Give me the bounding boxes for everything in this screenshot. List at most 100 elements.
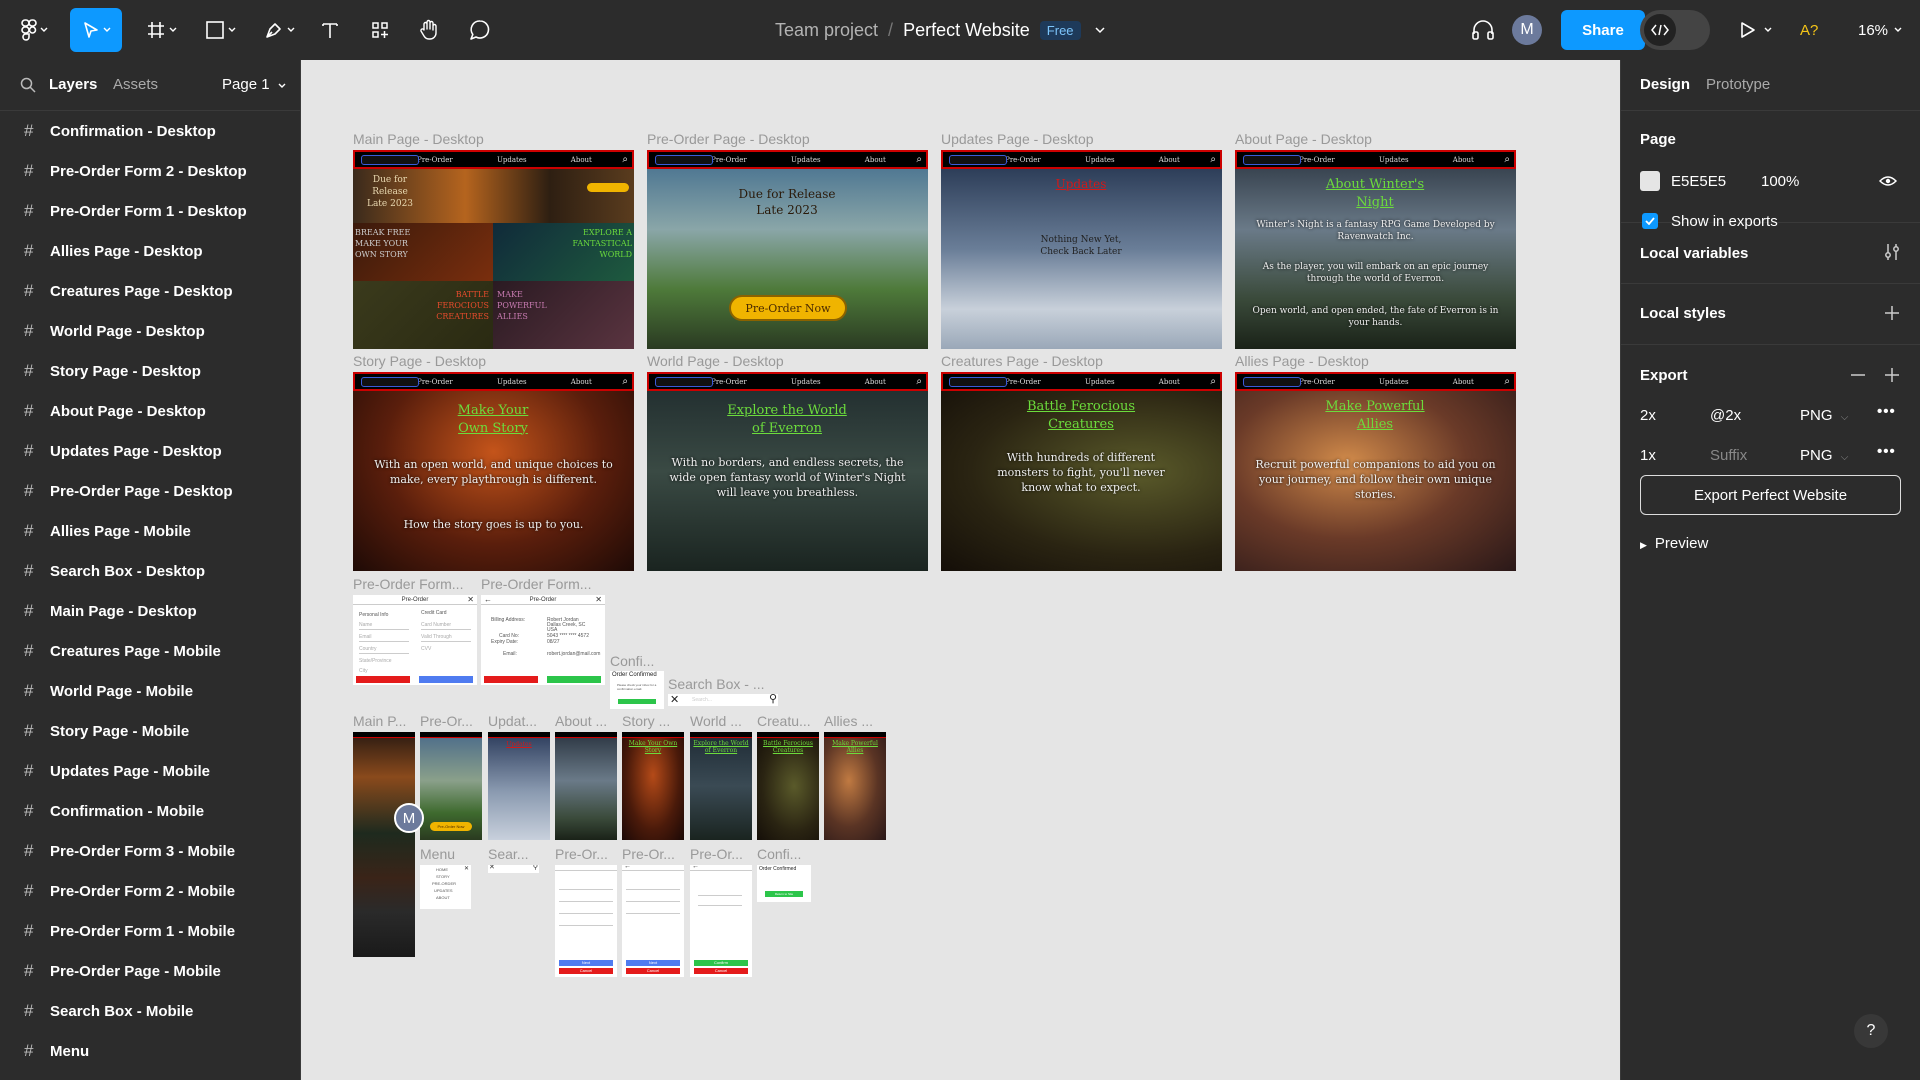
return-to-site-button[interactable]: [618, 699, 656, 704]
about-page-mobile-frame[interactable]: [555, 732, 617, 840]
world-page-desktop-frame[interactable]: Pre-Order Updates About ⌕ Explore the World…: [647, 372, 928, 571]
more-options-icon[interactable]: •••: [1877, 443, 1896, 460]
audio-call-button[interactable]: [1468, 8, 1498, 52]
field-city[interactable]: City: [359, 668, 368, 674]
story-page-mobile-frame[interactable]: Make Your Own Story: [622, 732, 684, 840]
layer-item[interactable]: # Pre-Order Form 2 - Desktop: [0, 151, 300, 191]
search-icon[interactable]: [20, 77, 36, 93]
close-icon[interactable]: ✕: [464, 865, 469, 872]
tab-design[interactable]: Design: [1640, 76, 1690, 93]
shape-tool-button[interactable]: [197, 8, 243, 52]
frame-label[interactable]: Pre-Or...: [690, 846, 743, 862]
main-page-mobile-frame[interactable]: [353, 732, 415, 957]
move-tool-button[interactable]: [70, 8, 122, 52]
field-cvv[interactable]: CVV: [421, 646, 431, 652]
menu-item[interactable]: PRE-ORDER: [432, 881, 456, 886]
preorder-form-1-mobile-frame[interactable]: Next Cancel: [555, 865, 617, 977]
design-canvas[interactable]: Main Page - Desktop Pre-Order Page - Des…: [301, 60, 1620, 1080]
layer-item[interactable]: # Menu: [0, 1031, 300, 1071]
layer-item[interactable]: # Updates Page - Desktop: [0, 431, 300, 471]
layer-item[interactable]: # Pre-Order Form 1 - Mobile: [0, 911, 300, 951]
plan-badge[interactable]: Free: [1039, 20, 1081, 40]
frame-label[interactable]: World Page - Desktop: [647, 353, 784, 369]
field-name[interactable]: Name: [359, 622, 372, 628]
field-card-number[interactable]: Card Number: [421, 622, 451, 628]
main-menu[interactable]: [14, 0, 54, 60]
close-icon[interactable]: ✕: [489, 865, 495, 871]
page-selector[interactable]: Page 1: [222, 76, 286, 93]
missing-fonts-indicator[interactable]: A?: [1800, 0, 1818, 60]
frame-label[interactable]: About ...: [555, 713, 607, 729]
frame-label[interactable]: Story ...: [622, 713, 670, 729]
help-button[interactable]: ?: [1854, 1014, 1888, 1048]
frame-label[interactable]: Sear...: [488, 846, 528, 862]
figma-menu-button[interactable]: [14, 8, 54, 52]
menu-item[interactable]: STORY: [436, 874, 450, 879]
preorder-form-1-desktop-frame[interactable]: Pre-Order ✕ Personal Info Credit Card Na…: [353, 595, 477, 685]
minus-icon[interactable]: [1851, 374, 1865, 376]
preorder-now-button[interactable]: Pre-Order Now: [729, 295, 847, 321]
user-avatar[interactable]: M: [1512, 15, 1542, 45]
local-variables-section[interactable]: Local variables: [1621, 223, 1920, 284]
close-icon[interactable]: ✕: [467, 595, 474, 604]
menu-item[interactable]: HOME: [436, 867, 448, 872]
export-suffix[interactable]: @2x: [1710, 407, 1741, 424]
menu-item[interactable]: UPDATES: [434, 888, 453, 893]
story-page-desktop-frame[interactable]: Pre-Order Updates About ⌕ Make Your Own Stor…: [353, 372, 634, 571]
layer-item[interactable]: # Search Box - Desktop: [0, 551, 300, 591]
confirmation-desktop-frame[interactable]: Order Confirmed Please check your inbox …: [610, 671, 664, 709]
frame-label[interactable]: Creatures Page - Desktop: [941, 353, 1103, 369]
creatures-page-desktop-frame[interactable]: Pre-Order Updates About ⌕ Battle Ferocious C…: [941, 372, 1222, 571]
layer-item[interactable]: # Pre-Order Form 2 - Mobile: [0, 871, 300, 911]
field-country[interactable]: Country: [359, 646, 377, 652]
layer-item[interactable]: # Confirmation - Mobile: [0, 791, 300, 831]
allies-page-mobile-frame[interactable]: Make Powerful Allies: [824, 732, 886, 840]
world-page-mobile-frame[interactable]: Explore the World of Everron: [690, 732, 752, 840]
return-to-site-button[interactable]: Return to Site: [765, 891, 803, 897]
comment-tool-button[interactable]: [465, 8, 495, 52]
search-box-desktop-frame[interactable]: ✕ Search... ⚲: [668, 694, 778, 706]
frame-label[interactable]: Pre-Or...: [420, 713, 473, 729]
frame-label[interactable]: Pre-Or...: [555, 846, 608, 862]
frame-label[interactable]: Allies ...: [824, 713, 873, 729]
updates-page-desktop-frame[interactable]: Pre-Order Updates About ⌕ Updates Nothing N…: [941, 150, 1222, 349]
cancel-button[interactable]: [484, 676, 538, 683]
layer-item[interactable]: # Allies Page - Desktop: [0, 231, 300, 271]
creatures-page-mobile-frame[interactable]: Battle Ferocious Creatures: [757, 732, 819, 840]
plus-icon[interactable]: [1885, 306, 1899, 320]
frame-label[interactable]: Menu: [420, 846, 455, 862]
local-styles-section[interactable]: Local styles: [1621, 284, 1920, 345]
layer-item[interactable]: # Creatures Page - Desktop: [0, 271, 300, 311]
search-icon[interactable]: ⚲: [769, 694, 777, 705]
collaborator-cursor-avatar[interactable]: M: [394, 803, 424, 833]
close-icon[interactable]: ✕: [670, 694, 679, 706]
present-button[interactable]: [1736, 8, 1776, 52]
menu-item[interactable]: ABOUT: [436, 895, 450, 900]
confirm-button[interactable]: [547, 676, 601, 683]
field-state[interactable]: State/Province: [359, 658, 392, 664]
frame-label[interactable]: Confi...: [610, 653, 654, 669]
layer-item[interactable]: # Confirmation - Desktop: [0, 111, 300, 151]
back-arrow-icon[interactable]: ←: [692, 865, 699, 870]
frame-label[interactable]: World ...: [690, 713, 742, 729]
next-button[interactable]: Next: [559, 960, 613, 966]
search-icon[interactable]: ⚲: [533, 865, 538, 871]
export-format-select[interactable]: PNG ⌵: [1800, 447, 1848, 464]
file-name[interactable]: Perfect Website: [903, 20, 1030, 41]
layer-item[interactable]: # Story Page - Desktop: [0, 351, 300, 391]
export-format-select[interactable]: PNG ⌵: [1800, 407, 1848, 424]
layer-item[interactable]: # Pre-Order Page - Desktop: [0, 471, 300, 511]
confirmation-mobile-frame[interactable]: Order Confirmed Return to Site: [757, 865, 811, 902]
tab-prototype[interactable]: Prototype: [1706, 76, 1770, 93]
frame-label[interactable]: Updat...: [488, 713, 537, 729]
frame-label[interactable]: Updates Page - Desktop: [941, 131, 1094, 147]
frame-label[interactable]: Story Page - Desktop: [353, 353, 486, 369]
layer-item[interactable]: # Creatures Page - Mobile: [0, 631, 300, 671]
resources-button[interactable]: [365, 8, 395, 52]
frame-label[interactable]: Pre-Or...: [622, 846, 675, 862]
next-button[interactable]: Next: [626, 960, 680, 966]
export-button[interactable]: Export Perfect Website: [1640, 475, 1901, 515]
back-arrow-icon[interactable]: ←: [624, 865, 631, 870]
page-color-swatch[interactable]: [1640, 171, 1660, 191]
cancel-button[interactable]: [356, 676, 410, 683]
